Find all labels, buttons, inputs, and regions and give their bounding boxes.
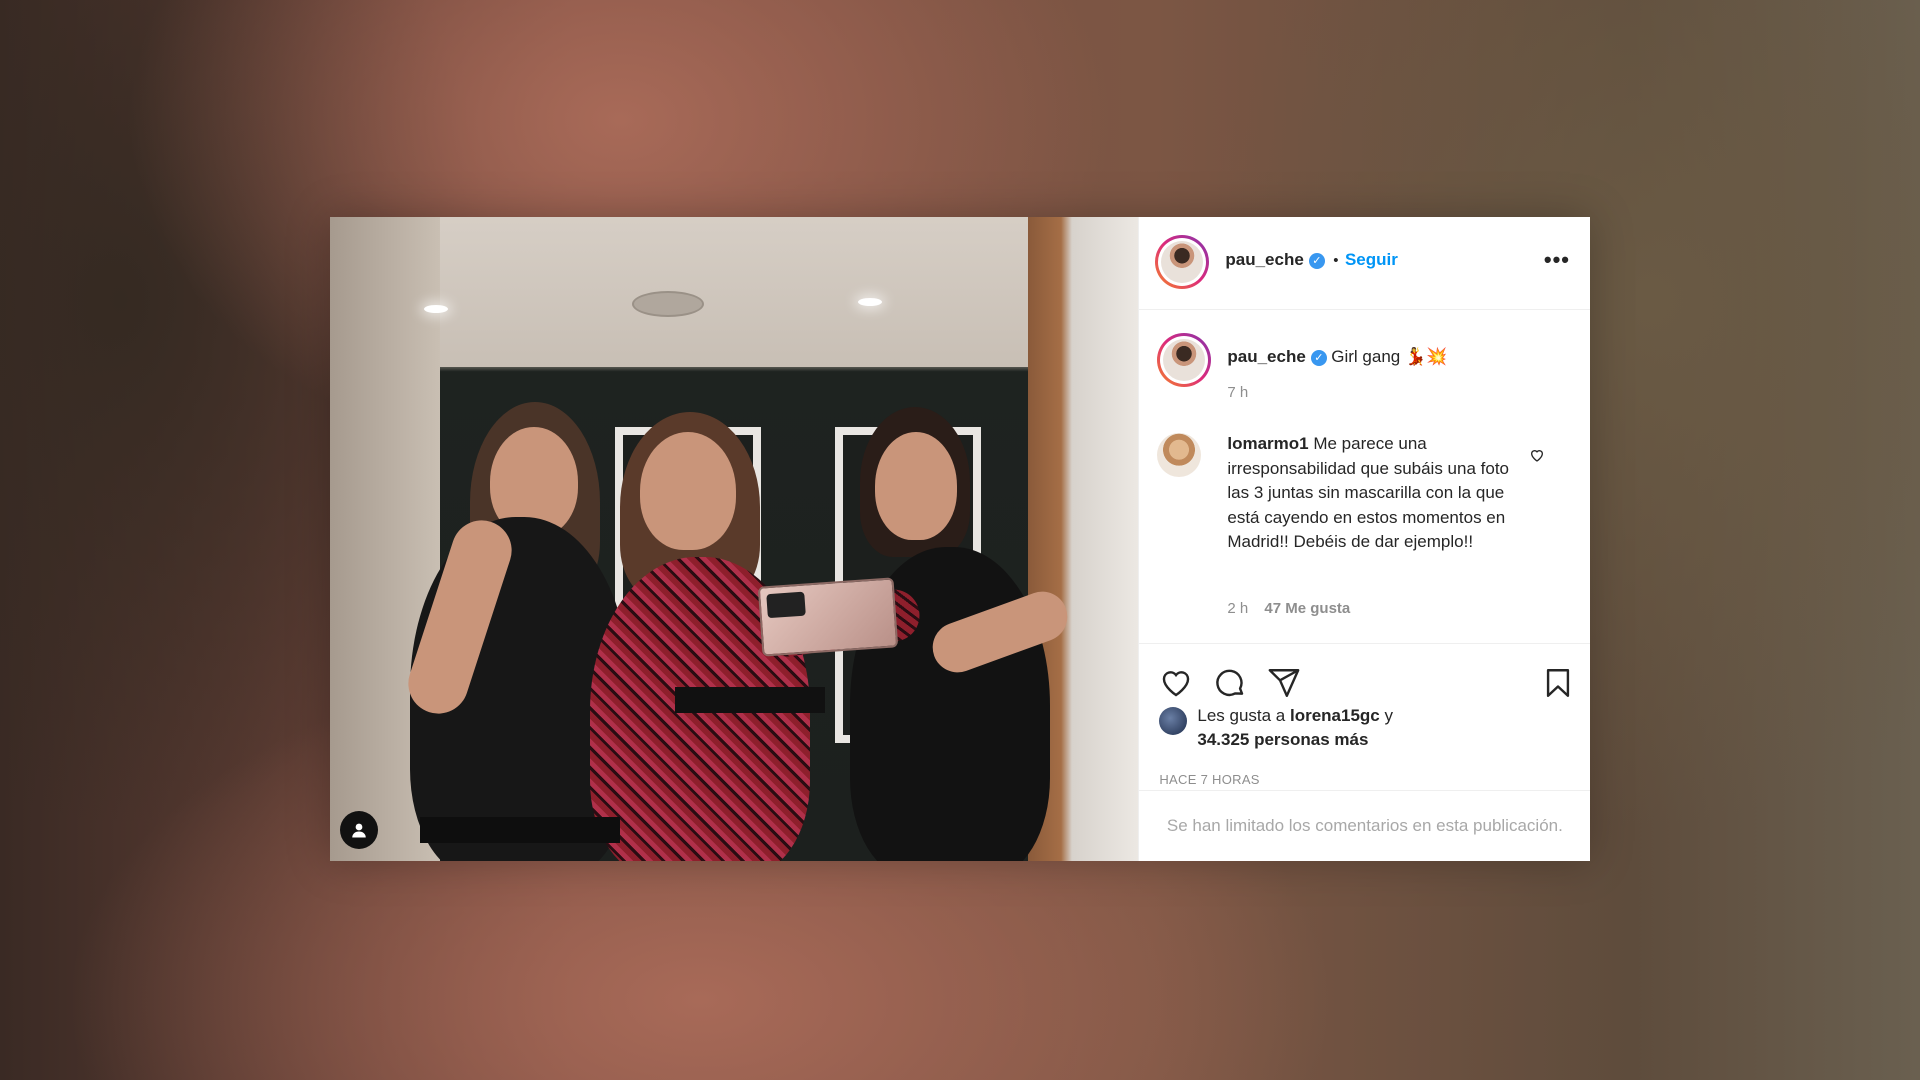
likes-summary: Les gusta a lorena15gc y 34.325 personas… [1159, 704, 1393, 752]
ceiling-light [424, 305, 448, 313]
author-username[interactable]: pau_eche [1225, 250, 1303, 269]
belt [675, 687, 825, 713]
more-options-icon[interactable]: ••• [1544, 247, 1570, 273]
tagged-users-button[interactable] [340, 811, 378, 849]
phone-camera [766, 591, 806, 619]
caption-avatar-ring[interactable] [1157, 333, 1212, 387]
author-avatar [1161, 241, 1204, 283]
likes-text: Les gusta a lorena15gc y 34.325 personas… [1197, 704, 1393, 752]
caption-text: Girl gang 💃💥 [1331, 347, 1448, 366]
save-bookmark-icon[interactable] [1541, 666, 1575, 700]
likes-prefix: Les gusta a [1197, 706, 1290, 725]
person-head [875, 432, 957, 540]
share-paper-plane-icon[interactable] [1267, 666, 1301, 700]
commenter-username[interactable]: lomarmo1 [1227, 434, 1308, 453]
belt [420, 817, 620, 843]
comment-meta: 2 h 47 Me gusta [1227, 600, 1350, 617]
caption-avatar [1163, 339, 1206, 381]
liker-avatar[interactable] [1159, 707, 1188, 735]
follow-button[interactable]: Seguir [1345, 250, 1398, 269]
likes-connector: y [1379, 706, 1393, 725]
post-time[interactable]: HACE 7 HORAS [1159, 772, 1259, 787]
verified-icon: ✓ [1308, 252, 1325, 269]
author-avatar-ring[interactable] [1155, 235, 1210, 289]
user-icon [352, 823, 366, 838]
header-user: pau_eche ✓ • Seguir [1225, 250, 1398, 270]
comment-body: lomarmo1 Me parece una irresponsabilidad… [1227, 432, 1527, 555]
commenter-avatar[interactable] [1157, 433, 1202, 477]
ceiling [330, 217, 1139, 367]
comment-time[interactable]: 2 h [1227, 600, 1248, 617]
smartphone [757, 577, 899, 657]
ceiling-vent [632, 291, 704, 317]
caption-username[interactable]: pau_eche [1227, 347, 1305, 366]
ceiling-light [858, 298, 882, 306]
comments-limited-notice: Se han limitado los comentarios en esta … [1139, 790, 1591, 861]
separator: • [1333, 252, 1339, 269]
post-photo[interactable] [330, 217, 1139, 861]
liker-username[interactable]: lorena15gc [1290, 706, 1380, 725]
comment-likes[interactable]: 47 Me gusta [1264, 600, 1350, 617]
verified-icon: ✓ [1310, 349, 1327, 366]
person-head [640, 432, 736, 550]
likes-count[interactable]: 34.325 personas más [1197, 730, 1368, 749]
caption-body: pau_eche ✓ Girl gang 💃💥 7 h [1227, 345, 1577, 401]
instagram-post: pau_eche ✓ • Seguir ••• pau_eche ✓ Girl ga… [330, 217, 1591, 861]
caption-time[interactable]: 7 h [1227, 384, 1577, 401]
post-actions: Les gusta a lorena15gc y 34.325 personas… [1139, 643, 1591, 794]
post-header: pau_eche ✓ • Seguir ••• [1139, 217, 1590, 310]
like-heart-icon[interactable] [1159, 666, 1193, 700]
comment-bubble-icon[interactable] [1213, 666, 1247, 700]
post-sidebar: pau_eche ✓ • Seguir ••• pau_eche ✓ Girl ga… [1138, 217, 1591, 861]
comment-like-icon[interactable] [1529, 447, 1545, 463]
